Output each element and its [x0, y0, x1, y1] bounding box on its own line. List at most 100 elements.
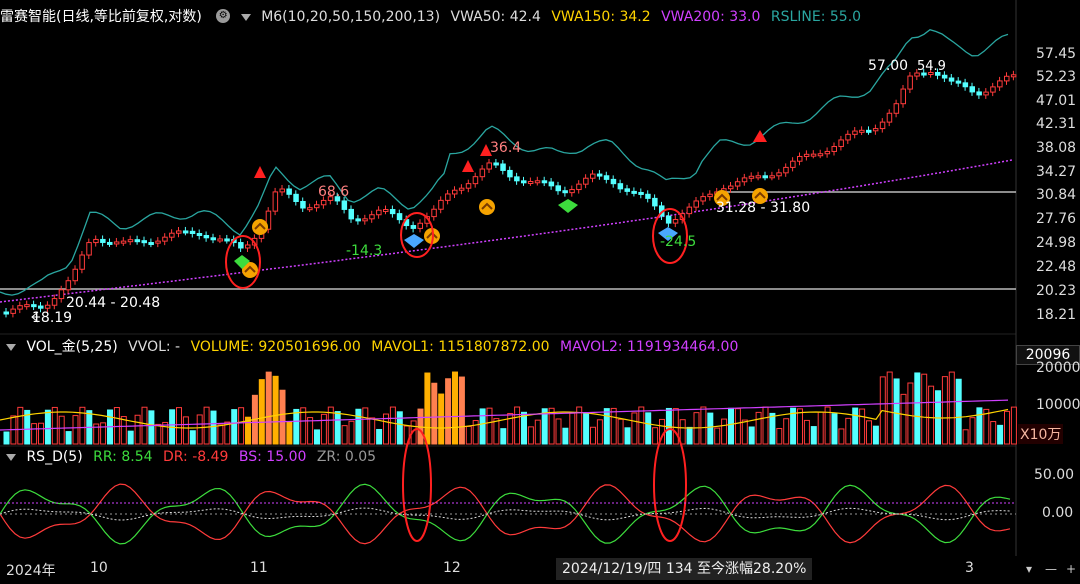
date-month: 10 — [90, 560, 108, 576]
candle — [300, 197, 306, 212]
volume-bar — [293, 408, 300, 445]
volume-bar — [997, 424, 1004, 445]
volume-bar — [44, 409, 51, 445]
volume-bar — [176, 407, 182, 445]
volume-bar — [555, 418, 562, 445]
axis-tick: 10000 — [1036, 397, 1080, 413]
candle — [210, 233, 216, 244]
minus-icon[interactable]: — — [1040, 556, 1062, 582]
volume-bar — [838, 428, 845, 445]
candle — [31, 300, 37, 311]
candle — [831, 142, 837, 156]
volume-bar — [886, 371, 893, 445]
candle — [65, 276, 72, 294]
volume-bar — [189, 430, 196, 445]
candle — [748, 172, 755, 182]
candle — [10, 305, 16, 318]
volume-bar — [714, 427, 721, 445]
volume-bar — [969, 417, 976, 445]
candle — [700, 192, 706, 205]
candle — [776, 168, 782, 180]
candle — [410, 221, 417, 233]
volume-bar — [210, 410, 217, 445]
green-diamond-icon — [558, 199, 578, 213]
volume-bar — [217, 424, 224, 445]
candle — [997, 76, 1003, 91]
volume-bar — [990, 421, 997, 445]
axis-tick: 24.98 — [1036, 235, 1077, 251]
volume-bar — [479, 408, 486, 445]
volume-bar — [238, 407, 245, 445]
volume-bar — [900, 393, 907, 445]
candle — [990, 82, 996, 97]
candle — [72, 265, 78, 285]
volume-bar — [51, 406, 58, 445]
volume-bar — [314, 429, 320, 445]
candle — [500, 160, 506, 175]
volume-bar — [72, 415, 79, 445]
candle — [51, 294, 58, 310]
candle — [134, 235, 141, 245]
candle — [486, 158, 492, 174]
candle — [624, 184, 630, 196]
candle — [348, 205, 354, 223]
volume-bar — [196, 414, 203, 445]
volume-bar — [307, 417, 314, 445]
candle — [817, 149, 824, 159]
volume-bar — [645, 412, 652, 445]
coin-icon — [479, 199, 495, 215]
volume-bar — [120, 416, 127, 445]
candle — [755, 171, 762, 181]
candle — [293, 190, 299, 206]
candle — [707, 190, 713, 201]
candle — [976, 87, 982, 99]
candle — [141, 236, 147, 247]
volume-bar — [148, 410, 155, 445]
kline-chart[interactable]: 57.00 54.9 36.4 68.6 -14.3 -24.5 20.44 -… — [0, 0, 1080, 584]
axis-tick: 0.00 — [1042, 505, 1074, 521]
axis-tick: 30.84 — [1036, 187, 1077, 203]
plus-icon[interactable]: + — [1060, 556, 1080, 582]
blue-diamond-icon — [404, 234, 424, 248]
volume-bar — [320, 413, 327, 445]
candle — [445, 189, 451, 205]
volume-bar — [348, 420, 355, 445]
axis-tick: 20000 — [1036, 360, 1080, 376]
candle — [314, 200, 320, 212]
volume-bar — [424, 372, 431, 445]
volume-bar — [486, 407, 493, 445]
candle — [583, 174, 589, 189]
date-month: 3 — [965, 560, 974, 576]
axis-tick: 20.23 — [1036, 283, 1077, 299]
volume-bar — [272, 375, 279, 445]
volume-bar — [852, 407, 859, 445]
volume-bar — [258, 379, 265, 445]
volume-bar — [438, 393, 445, 445]
candle — [790, 157, 796, 172]
volume-bar — [389, 406, 396, 445]
volume-bar — [872, 425, 879, 445]
candle — [569, 185, 575, 197]
candle — [900, 85, 906, 108]
dropdown-icon[interactable]: ▾ — [1018, 556, 1040, 582]
volume-bar — [948, 371, 955, 445]
candle — [866, 126, 872, 135]
date-month: 12 — [443, 560, 461, 576]
volume-bar — [127, 430, 134, 445]
volume-bar — [182, 416, 189, 445]
volume-bar — [617, 418, 624, 445]
volume-unit: X10万 — [1018, 424, 1064, 444]
candle — [107, 238, 113, 247]
volume-bar — [783, 418, 790, 445]
candle — [169, 229, 175, 242]
axis-tick: 38.08 — [1036, 140, 1077, 156]
candle — [196, 229, 203, 240]
date-month: 11 — [250, 560, 268, 576]
volume-bar — [748, 426, 755, 445]
high-label: 57.00 — [868, 58, 908, 74]
volume-bar — [376, 428, 383, 445]
volume-bar — [534, 419, 541, 445]
candle — [369, 210, 375, 223]
volume-bar — [686, 426, 693, 445]
volume-bar — [638, 406, 645, 445]
